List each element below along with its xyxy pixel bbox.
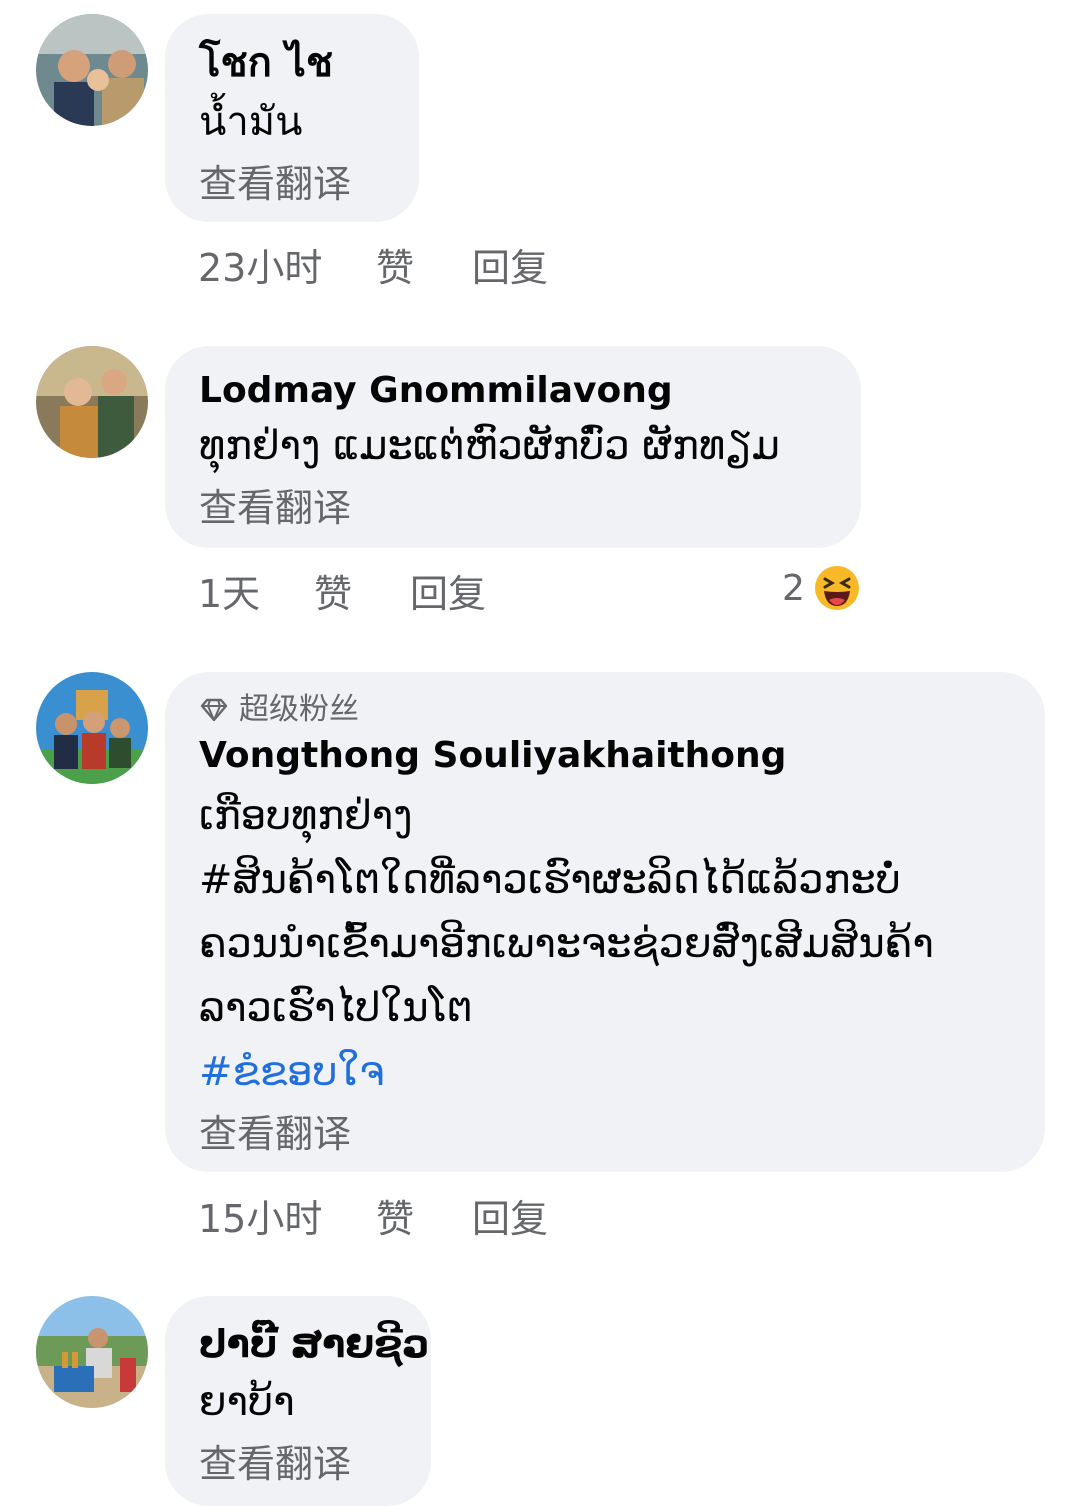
- diamond-icon: [200, 698, 228, 722]
- comment-bubble: 超级粉丝 Vongthong Souliyakhaithong ເກືອບທຸກ…: [165, 672, 1045, 1172]
- comment-actions: 1天 赞 回复: [198, 560, 486, 620]
- reply-button[interactable]: 回复: [410, 563, 486, 618]
- avatar[interactable]: [36, 14, 148, 126]
- comment-bubble: Lodmay Gnommilavong ທຸກຢ່າງ ແມະແຕ່ຫົວຜັກ…: [165, 346, 861, 548]
- comment-text-line: ລາວເຮົາໄປໃນໂຕ: [199, 985, 473, 1031]
- comment-author[interactable]: โชก ไช: [199, 36, 385, 90]
- timestamp[interactable]: 1天: [198, 563, 314, 618]
- see-translation-link[interactable]: 查看翻译: [199, 478, 827, 538]
- comment-text-line: ເກືອບທຸກຢ່າງ: [199, 793, 413, 839]
- laughing-emoji-icon: [814, 566, 859, 610]
- avatar[interactable]: [36, 346, 148, 458]
- timestamp[interactable]: 23小时: [198, 237, 376, 292]
- reaction-summary[interactable]: 2: [782, 564, 861, 612]
- avatar[interactable]: [36, 1296, 148, 1408]
- reaction-count: 2: [782, 567, 805, 609]
- like-button[interactable]: 赞: [376, 237, 472, 292]
- comment-actions: 23小时 赞 回复: [198, 234, 548, 294]
- like-button[interactable]: 赞: [376, 1188, 472, 1243]
- reply-button[interactable]: 回复: [472, 237, 548, 292]
- see-translation-link[interactable]: 查看翻译: [199, 1434, 397, 1494]
- reply-button[interactable]: 回复: [472, 1188, 548, 1243]
- avatar[interactable]: [36, 672, 148, 784]
- see-translation-link[interactable]: 查看翻译: [199, 1104, 1011, 1164]
- avatar-photo-icon: [36, 346, 148, 458]
- hashtag-link[interactable]: #ຂໍຂອບໃຈ: [199, 1040, 1011, 1104]
- badge-label: 超级粉丝: [239, 692, 359, 727]
- avatar-photo-icon: [36, 672, 148, 784]
- comment-bubble: ປາບີ໊ ສາຍຊີວ ຍາບ້າ 查看翻译: [165, 1296, 431, 1506]
- see-translation-link[interactable]: 查看翻译: [199, 154, 385, 214]
- avatar-photo-icon: [36, 14, 148, 126]
- top-fan-badge: 超级粉丝: [199, 692, 1011, 728]
- comment-actions: 15小时 赞 回复: [198, 1185, 548, 1245]
- comment-author[interactable]: Vongthong Souliyakhaithong: [199, 728, 1011, 784]
- comment-text-line: ຄວນນຳເຂົ້າມາອີກເພາະຈະຊ່ວຍສົ່ງເສີມສິນຄ້າ: [199, 921, 934, 967]
- comment-text: ທຸກຢ່າງ ແມະແຕ່ຫົວຜັກບົ່ວ ຜັກທຽມ: [199, 423, 780, 469]
- like-button[interactable]: 赞: [314, 563, 410, 618]
- comment-text: น้ำมัน: [199, 99, 303, 145]
- comment-author[interactable]: ປາບີ໊ ສາຍຊີວ: [199, 1318, 430, 1370]
- comment-bubble: โชก ไช น้ำมัน 查看翻译: [165, 14, 419, 222]
- avatar-photo-icon: [36, 1296, 148, 1408]
- comment-text-line: #ສິນຄ້າໂຕໃດທີ່ລາວເຮົາຜະລິດໄດ້ແລ້ວກະບໍ່: [199, 857, 901, 903]
- timestamp[interactable]: 15小时: [198, 1188, 376, 1243]
- comment-author[interactable]: Lodmay Gnommilavong: [199, 368, 827, 414]
- comment-text: ຍາບ້າ: [199, 1379, 295, 1425]
